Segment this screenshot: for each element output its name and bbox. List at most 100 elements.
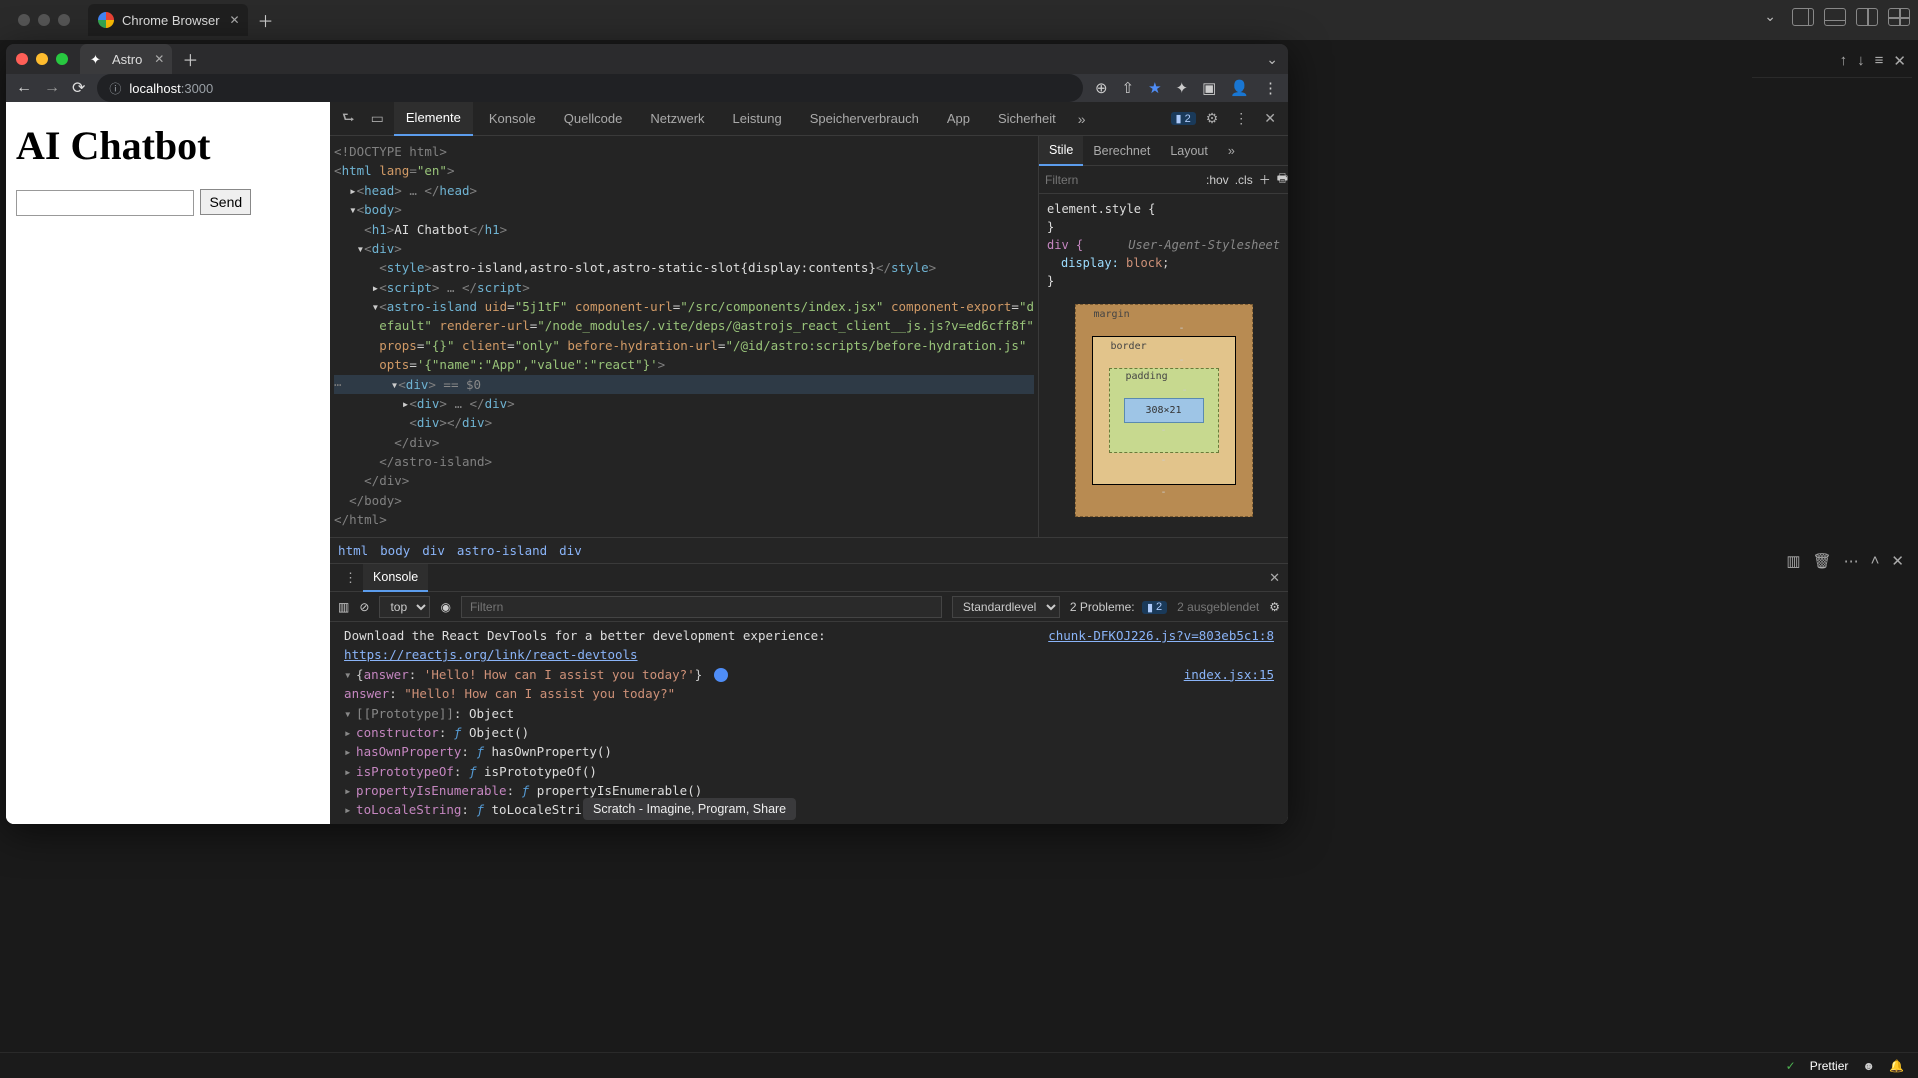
drawer-menu-icon[interactable]: ⋮: [338, 570, 363, 586]
source-link[interactable]: index.jsx:15: [1184, 665, 1274, 684]
crumb[interactable]: body: [380, 543, 410, 558]
layout-split-icon[interactable]: [1856, 8, 1878, 26]
close-icon[interactable]: ✕: [154, 52, 164, 66]
styles-rules[interactable]: element.style { } div {User-Agent-Styles…: [1039, 194, 1288, 537]
console-filter[interactable]: [461, 596, 942, 618]
console-output[interactable]: chunk-DFKOJ226.js?v=803eb5c1:8 Download …: [330, 622, 1288, 824]
feedback-icon[interactable]: ☻: [1862, 1059, 1875, 1073]
styles-filter-input[interactable]: [1045, 173, 1200, 187]
menu-icon[interactable]: ⋮: [1263, 79, 1278, 97]
reload-button[interactable]: ⟳: [72, 78, 85, 98]
bell-icon[interactable]: 🔔: [1889, 1059, 1904, 1073]
inspect-icon[interactable]: ⮑: [336, 107, 361, 131]
minimize-dot[interactable]: [38, 14, 50, 26]
crumb[interactable]: div: [422, 543, 445, 558]
tab-leistung[interactable]: Leistung: [721, 102, 794, 136]
close-icon[interactable]: ✕: [1258, 110, 1282, 127]
up-icon[interactable]: ˄: [1871, 552, 1880, 570]
close-icon[interactable]: ✕: [1893, 52, 1906, 70]
extensions-icon[interactable]: ✦: [1176, 79, 1189, 97]
gear-icon[interactable]: ⚙: [1269, 600, 1280, 614]
tab-speicher[interactable]: Speicherverbrauch: [798, 102, 931, 136]
source-link[interactable]: chunk-DFKOJ226.js?v=803eb5c1:8: [1048, 626, 1274, 645]
next-icon[interactable]: ↓: [1857, 52, 1865, 69]
minimize-icon[interactable]: [36, 53, 48, 65]
new-tab-button[interactable]: ＋: [182, 47, 198, 71]
add-rule-icon[interactable]: ＋: [1259, 171, 1271, 188]
context-select[interactable]: top: [379, 596, 430, 618]
url-host: localhost: [129, 81, 180, 96]
zoom-icon[interactable]: ⊕: [1095, 79, 1108, 97]
issues-badge[interactable]: ▮ 2: [1171, 112, 1196, 125]
more-icon[interactable]: »: [1218, 136, 1245, 166]
crumb[interactable]: astro-island: [457, 543, 547, 558]
settings-icon[interactable]: ⚙: [1200, 110, 1225, 127]
dom-breadcrumbs[interactable]: html body div astro-island div: [330, 537, 1288, 563]
prev-icon[interactable]: ↑: [1840, 52, 1848, 69]
tab-app[interactable]: App: [935, 102, 982, 136]
chat-input[interactable]: [16, 190, 194, 216]
prettier-status[interactable]: Prettier: [1810, 1059, 1849, 1073]
panel-icon[interactable]: ▣: [1202, 79, 1216, 97]
drawer-tab-konsole[interactable]: Konsole: [363, 564, 428, 592]
close-icon[interactable]: ✕: [229, 13, 239, 27]
tab-stile[interactable]: Stile: [1039, 136, 1083, 166]
send-button[interactable]: Send: [200, 189, 251, 215]
tab-layout[interactable]: Layout: [1160, 136, 1218, 166]
page-content: AI Chatbot Send: [6, 102, 330, 824]
tab-sicherheit[interactable]: Sicherheit: [986, 102, 1068, 136]
layout-panel-bottom-icon[interactable]: [1824, 8, 1846, 26]
trash-icon[interactable]: 🗑: [1813, 552, 1832, 570]
print-icon[interactable]: 🖶: [1277, 169, 1288, 190]
dom-tree[interactable]: <!DOCTYPE html> <html lang="en"> ▸<head>…: [330, 136, 1038, 537]
ide-tab-label: Chrome Browser: [122, 13, 220, 28]
tab-konsole[interactable]: Konsole: [477, 102, 548, 136]
close-dot[interactable]: [18, 14, 30, 26]
address-bar[interactable]: ⓘ localhost:3000: [97, 74, 1083, 102]
close-icon[interactable]: [16, 53, 28, 65]
bookmark-icon[interactable]: ★: [1148, 79, 1161, 97]
level-select[interactable]: Standardlevel: [952, 596, 1060, 618]
devtools: ⮑ ▭ Elemente Konsole Quellcode Netzwerk …: [330, 102, 1288, 824]
devtools-toolbar: ⮑ ▭ Elemente Konsole Quellcode Netzwerk …: [330, 102, 1288, 136]
layout-grid-icon[interactable]: [1888, 8, 1910, 26]
new-tab-button[interactable]: ＋: [258, 8, 274, 32]
astro-icon: ✦: [90, 52, 104, 66]
tab-elemente[interactable]: Elemente: [394, 102, 473, 136]
more-tabs-icon[interactable]: »: [1072, 111, 1092, 127]
close-icon[interactable]: ✕: [1891, 552, 1904, 570]
zoom-dot[interactable]: [58, 14, 70, 26]
forward-button[interactable]: →: [44, 79, 60, 97]
crumb[interactable]: html: [338, 543, 368, 558]
browser-tab-astro[interactable]: ✦ Astro ✕: [80, 44, 172, 74]
tab-quellcode[interactable]: Quellcode: [552, 102, 635, 136]
back-button[interactable]: ←: [16, 79, 32, 97]
react-devtools-link[interactable]: https://reactjs.org/link/react-devtools: [344, 647, 638, 662]
chevron-down-icon[interactable]: ⌄: [1764, 8, 1776, 26]
cls-toggle[interactable]: .cls: [1235, 173, 1253, 187]
profile-icon[interactable]: 👤: [1230, 79, 1249, 97]
devtools-main: <!DOCTYPE html> <html lang="en"> ▸<head>…: [330, 136, 1288, 537]
clear-icon[interactable]: ⊘: [359, 600, 369, 614]
split-icon[interactable]: ▥: [1786, 552, 1800, 570]
close-icon[interactable]: ✕: [1269, 570, 1280, 586]
hov-toggle[interactable]: :hov: [1206, 173, 1229, 187]
tab-berechnet[interactable]: Berechnet: [1083, 136, 1160, 166]
site-info-icon[interactable]: ⓘ: [109, 80, 121, 97]
list-icon[interactable]: ≡: [1875, 52, 1884, 69]
tabs-menu-icon[interactable]: ⌄: [1266, 51, 1278, 68]
hidden-count[interactable]: 2 ausgeblendet: [1177, 600, 1259, 614]
layout-panel-right-icon[interactable]: [1792, 8, 1814, 26]
info-icon[interactable]: [714, 668, 728, 682]
crumb[interactable]: div: [559, 543, 582, 558]
ide-tab-chrome[interactable]: Chrome Browser ✕: [88, 4, 248, 36]
share-icon[interactable]: ⇧: [1122, 79, 1135, 97]
eye-icon[interactable]: ◉: [440, 600, 450, 614]
device-icon[interactable]: ▭: [365, 110, 390, 127]
ellipsis-icon[interactable]: ⋯: [1844, 552, 1859, 570]
sidebar-icon[interactable]: ▥: [338, 600, 349, 614]
kebab-icon[interactable]: ⋮: [1228, 110, 1254, 127]
maximize-icon[interactable]: [56, 53, 68, 65]
problems-label[interactable]: 2 Probleme: ▮ 2: [1070, 600, 1167, 614]
tab-netzwerk[interactable]: Netzwerk: [638, 102, 716, 136]
